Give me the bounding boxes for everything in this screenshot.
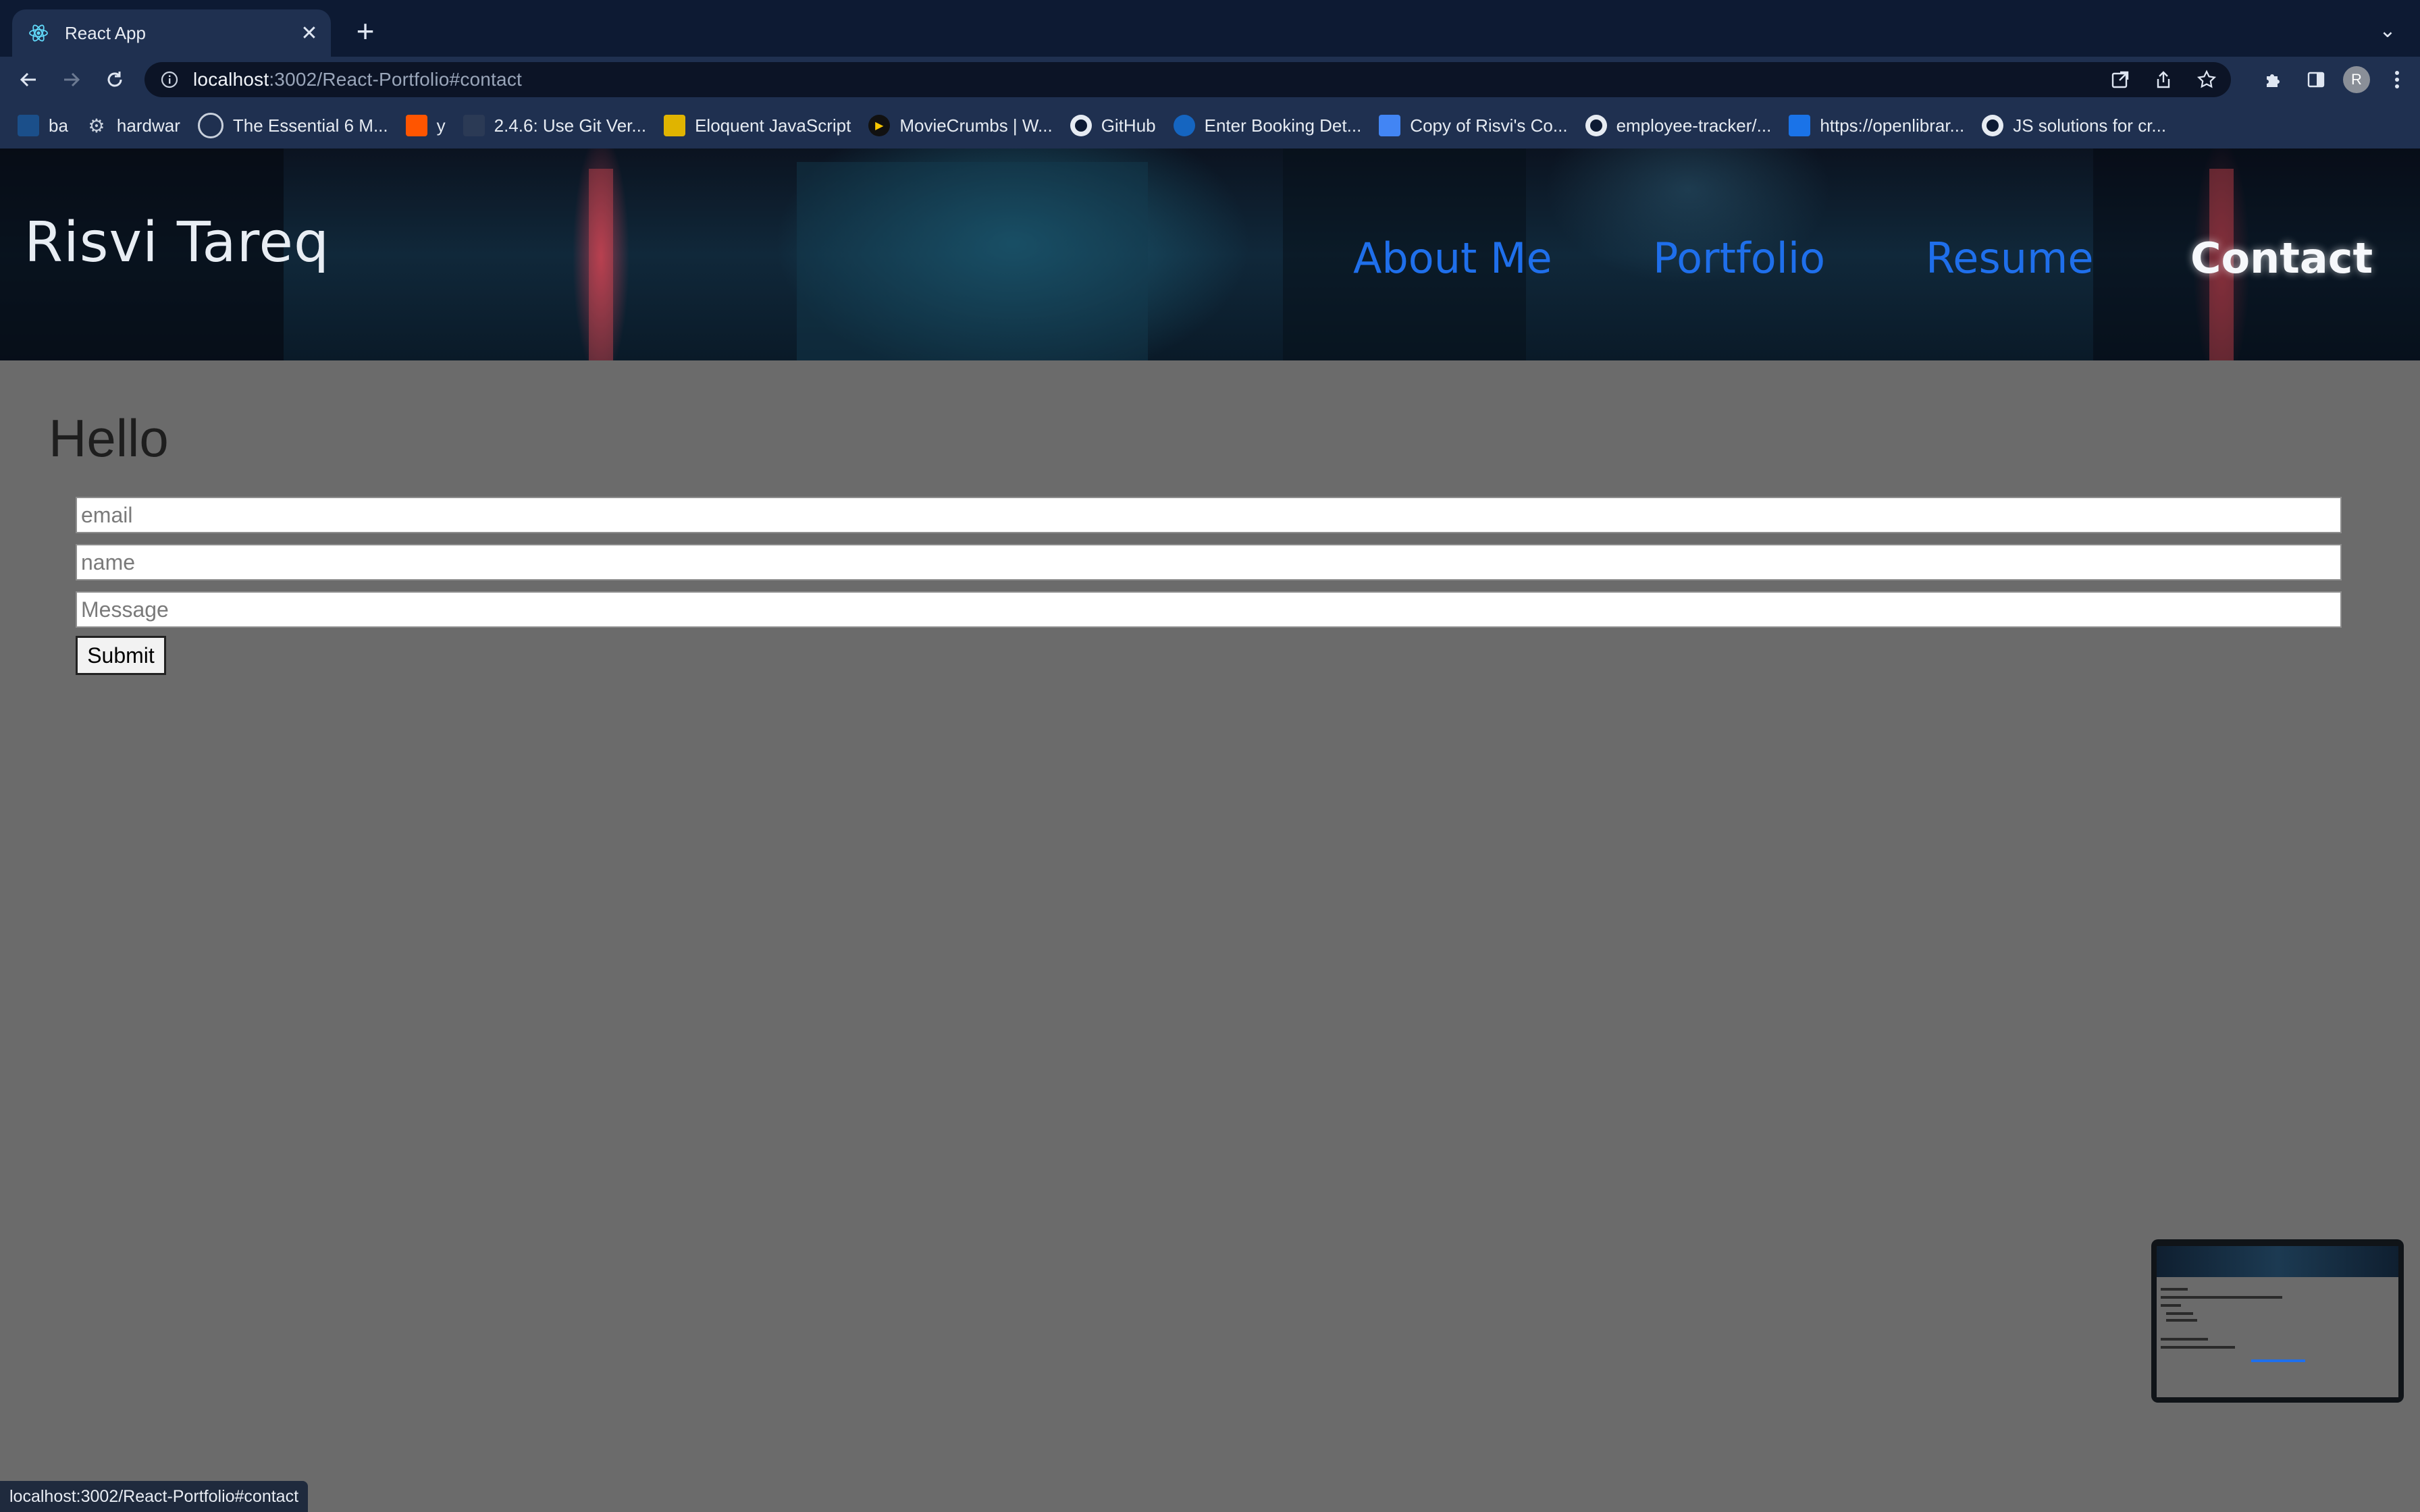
url-text: localhost:3002/React-Portfolio#contact [193,69,522,90]
bookmark-item[interactable]: Copy of Risvi's Co... [1379,115,1568,136]
extensions-icon[interactable] [2257,63,2289,96]
bookmarks-bar: ba ⚙ hardwar The Essential 6 M... y 2.4.6: Us… [0,103,2420,148]
browser-chrome: React App ✕ + ⌄ localhost:3002/React-Por… [0,0,2420,148]
docs-icon [1379,115,1401,136]
bookmark-label: Eloquent JavaScript [695,115,851,136]
neon-sign-left [589,169,613,360]
bookmark-item[interactable]: 2.4.6: Use Git Ver... [463,115,646,136]
submit-button[interactable]: Submit [76,636,166,675]
tab-react-app[interactable]: React App ✕ [12,9,331,57]
bookmark-label: employee-tracker/... [1616,115,1772,136]
menu-kebab-icon[interactable] [2381,63,2413,96]
tab-strip: React App ✕ + ⌄ [0,0,2420,57]
bookmark-star-icon[interactable] [2194,68,2219,92]
open-in-app-icon[interactable] [2108,68,2132,92]
github-icon [1585,115,1607,136]
status-bar-url: localhost:3002/React-Portfolio#contact [0,1481,309,1512]
thumbnail-line [2161,1338,2208,1341]
bookmark-item[interactable]: GitHub [1070,115,1156,136]
bookmark-label: 2.4.6: Use Git Ver... [494,115,647,136]
bookmark-item[interactable]: ⚙ hardwar [86,115,180,136]
bookmark-item[interactable]: ba [18,115,68,136]
bookmark-item[interactable]: JS solutions for cr... [1982,115,2166,136]
bookmark-item[interactable]: Eloquent JavaScript [664,115,851,136]
bookmark-label: Copy of Risvi's Co... [1410,115,1568,136]
bookmark-label: The Essential 6 M... [232,115,388,136]
ejs-icon [664,115,686,136]
message-field[interactable] [76,591,2342,628]
reload-icon[interactable] [99,63,131,96]
bookmark-item[interactable]: The Essential 6 M... [197,113,388,138]
profile-avatar[interactable]: R [2343,66,2370,93]
screenshot-preview-thumbnail[interactable] [2151,1239,2404,1403]
forward-icon[interactable] [55,63,88,96]
uci-icon [18,115,39,136]
bookmark-label: y [436,115,446,136]
nav-contact[interactable]: Contact [2190,234,2373,283]
github-icon [1070,115,1092,136]
site-icon [463,115,485,136]
name-field[interactable] [76,544,2342,580]
bookmark-item[interactable]: y [405,115,446,136]
gear-icon: ⚙ [88,115,105,136]
bookmark-item[interactable]: ▶ MovieCrumbs | W... [868,115,1053,136]
thumbnail-line [2161,1304,2181,1307]
play-icon: ▶ [868,115,891,136]
bookmark-label: GitHub [1101,115,1156,136]
booking-icon [1173,115,1195,136]
share-icon[interactable] [2151,68,2176,92]
thumbnail-line [2161,1296,2282,1299]
openlibrary-icon [1789,115,1811,136]
bookmark-label: Enter Booking Det... [1204,115,1362,136]
thumbnail-header [2157,1246,2398,1277]
thumbnail-line [2161,1288,2188,1291]
address-bar[interactable]: localhost:3002/React-Portfolio#contact [144,62,2231,97]
site-brand[interactable]: Risvi Tareq [24,211,330,275]
browser-toolbar: localhost:3002/React-Portfolio#contact R [0,57,2420,103]
chevron-down-icon[interactable]: ⌄ [2374,18,2401,45]
side-panel-icon[interactable] [2300,63,2332,96]
back-icon[interactable] [12,63,45,96]
site-info-icon[interactable] [159,70,180,90]
bookmark-item[interactable]: https://openlibrar... [1789,115,1964,136]
site-header: Risvi Tareq About Me Portfolio Resume Co… [0,148,2420,360]
email-field[interactable] [76,497,2342,533]
nav-about-me[interactable]: About Me [1353,234,1552,283]
page-heading: Hello [49,408,169,468]
header-background-shape [797,162,1148,360]
react-icon [27,22,50,45]
nav-portfolio[interactable]: Portfolio [1653,234,1825,283]
bookmark-label: ba [49,115,68,136]
new-tab-icon[interactable]: + [350,16,381,47]
bookmark-label: https://openlibrar... [1820,115,1965,136]
globe-icon [197,113,223,138]
bookmark-label: hardwar [116,115,180,136]
bookmark-item[interactable]: employee-tracker/... [1585,115,1772,136]
nav-resume[interactable]: Resume [1926,234,2094,283]
soundcloud-icon [405,115,427,136]
bookmark-item[interactable]: Enter Booking Det... [1173,115,1362,136]
thumbnail-line [2166,1312,2193,1315]
thumbnail-line [2166,1319,2197,1322]
url-path: :3002/React-Portfolio#contact [269,69,522,90]
bookmark-label: JS solutions for cr... [2013,115,2167,136]
github-icon [1982,115,2004,136]
close-tab-icon[interactable]: ✕ [296,20,323,47]
thumbnail-line [2251,1359,2305,1362]
thumbnail-line [2161,1346,2235,1349]
bookmark-label: MovieCrumbs | W... [899,115,1053,136]
thumbnail-content [2157,1246,2398,1397]
url-host: localhost [193,69,269,90]
tab-title: React App [65,22,146,43]
